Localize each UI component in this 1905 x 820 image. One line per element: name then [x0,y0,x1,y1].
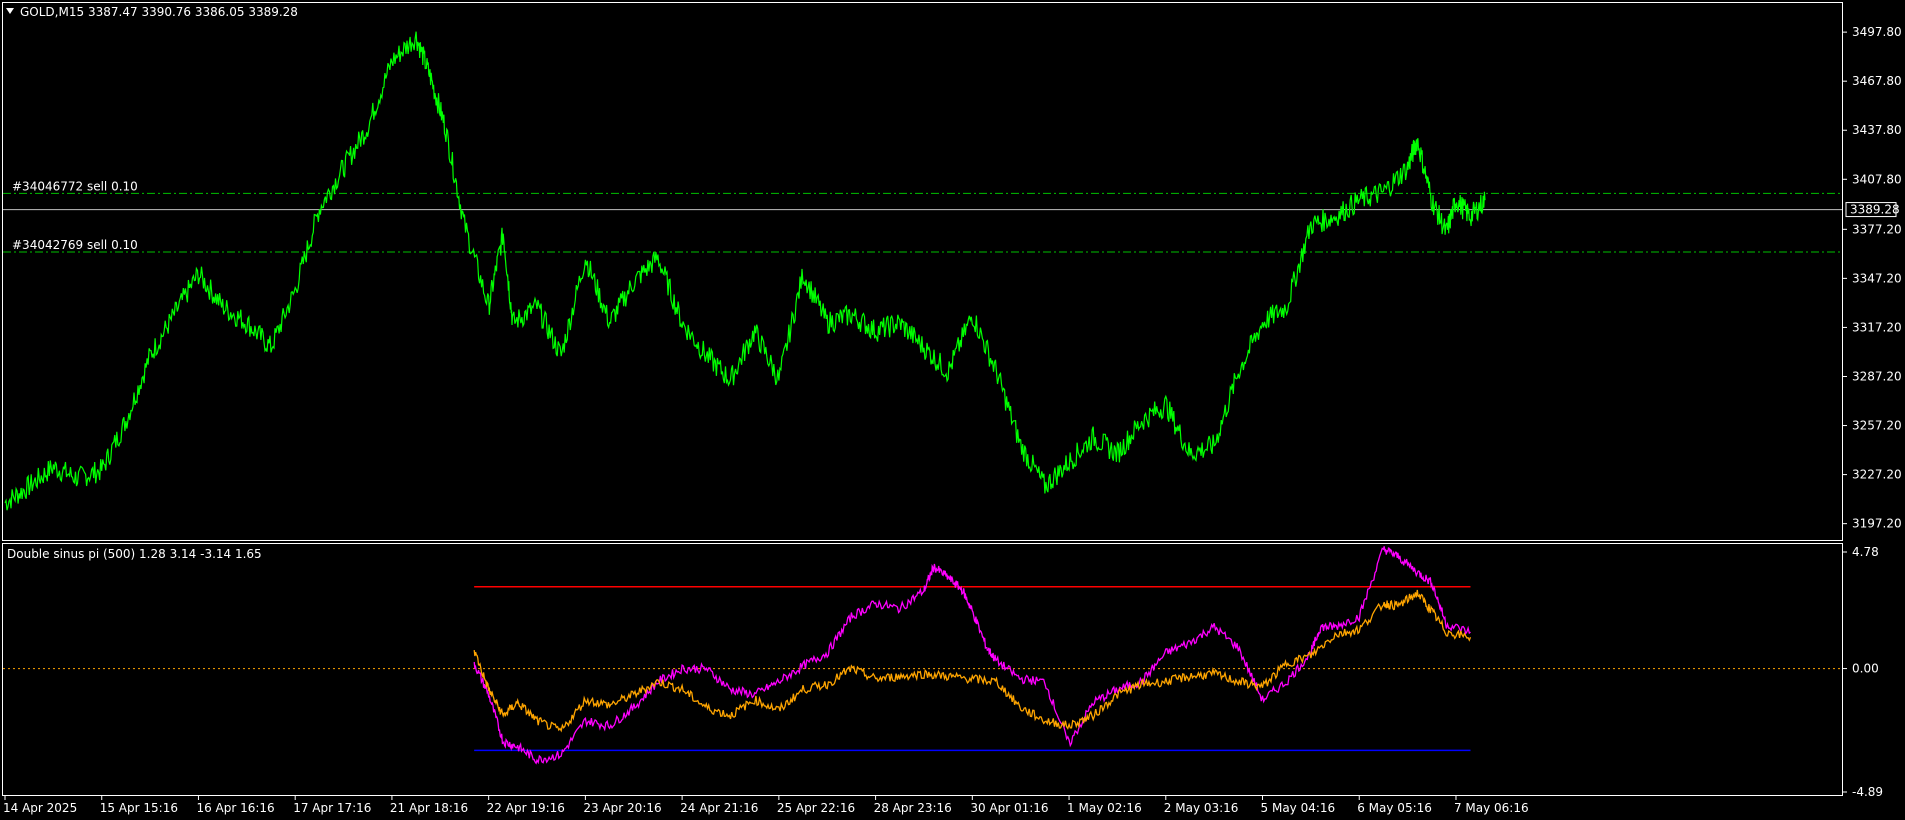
y-tick-label: 3287.20 [1852,369,1902,383]
x-tick-label: 15 Apr 15:16 [100,801,178,815]
y-tick-label: 3227.20 [1852,468,1902,482]
y-tick-label: 3467.80 [1852,74,1902,88]
time-axis: 14 Apr 2025 15 Apr 15:16 16 Apr 16:16 17 Ap… [3,796,1529,815]
y-tick-label: 0.00 [1852,662,1879,676]
indicator-y-axis: 4.78 0.00 -4.89 [1842,545,1883,799]
indicator-series-line [473,546,1471,765]
chart-canvas: 3497.80 3467.80 3437.80 3407.80 3377.20 3347.… [2,2,1902,815]
y-tick-label: 4.78 [1852,545,1879,559]
x-tick-label: 7 May 06:16 [1454,801,1529,815]
y-tick-label: 3347.20 [1852,271,1902,285]
price-order-lines [3,192,1842,253]
price-y-axis: 3497.80 3467.80 3437.80 3407.80 3377.20 3347.… [1842,25,1902,531]
x-tick-label: 16 Apr 16:16 [196,801,274,815]
indicator-series-group [473,546,1472,765]
order-label: #34046772 sell 0.10 [12,179,138,193]
x-tick-label: 14 Apr 2025 [3,801,77,815]
y-tick-label: 3407.80 [1852,172,1902,186]
x-tick-label: 5 May 04:16 [1261,801,1336,815]
x-tick-label: 6 May 05:16 [1357,801,1432,815]
y-tick-label: 3317.20 [1852,320,1902,334]
symbol-label: GOLD,M15 [20,5,84,19]
y-tick-label: 3257.20 [1852,419,1902,433]
y-tick-label: 3377.20 [1852,222,1902,236]
x-tick-label: 25 Apr 22:16 [777,801,855,815]
y-tick-label: 3437.80 [1852,123,1902,137]
order-label: #34042769 sell 0.10 [12,238,138,252]
price-pane-frame [2,2,1843,541]
x-tick-label: 1 May 02:16 [1067,801,1142,815]
current-price-label: 3389.28 [1850,203,1900,217]
x-tick-label: 17 Apr 17:16 [293,801,371,815]
price-series-group [4,31,1486,511]
indicator-pane-frame [2,543,1843,796]
x-tick-label: 28 Apr 23:16 [874,801,952,815]
y-tick-label: 3197.20 [1852,517,1902,531]
y-tick-label: -4.89 [1852,785,1883,799]
x-tick-label: 2 May 03:16 [1164,801,1239,815]
x-tick-label: 22 Apr 19:16 [487,801,565,815]
x-tick-label: 24 Apr 21:16 [680,801,758,815]
collapse-triangle-icon[interactable] [6,8,14,14]
ohlc-label: 3387.47 3390.76 3386.05 3389.28 [88,5,298,19]
y-tick-label: 3497.80 [1852,25,1902,39]
price-series-line [4,31,1486,511]
x-tick-label: 30 Apr 01:16 [970,801,1048,815]
x-tick-label: 21 Apr 18:16 [390,801,468,815]
indicator-levels [3,585,1842,752]
x-tick-label: 23 Apr 20:16 [583,801,661,815]
indicator-label: Double sinus pi (500) 1.28 3.14 -3.14 1.… [7,547,262,561]
